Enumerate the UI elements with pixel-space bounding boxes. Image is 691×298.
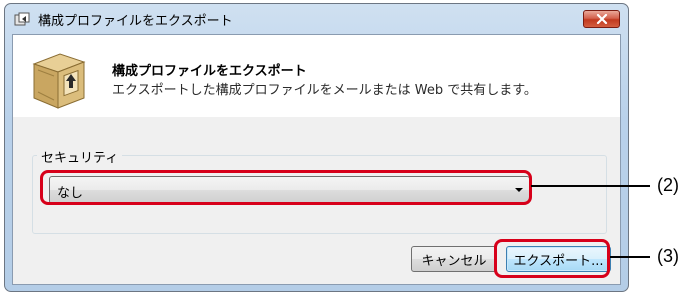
security-select-highlight	[40, 170, 532, 205]
close-icon	[596, 14, 607, 24]
security-group-label: セキュリティ	[37, 147, 123, 166]
screenshot-stage: 構成プロファイルをエクスポート 構成プロファイルをエクスポート エクスポートした…	[0, 0, 691, 298]
callout-3-label: (3)	[657, 246, 679, 266]
cancel-button[interactable]: キャンセル	[411, 246, 497, 272]
package-upload-icon	[32, 53, 86, 109]
window-title: 構成プロファイルをエクスポート	[38, 14, 233, 29]
close-button[interactable]	[583, 10, 620, 28]
export-app-icon	[14, 12, 30, 26]
callout-3-leader-line	[610, 256, 650, 258]
export-button-highlight	[494, 239, 610, 278]
title-bar[interactable]: 構成プロファイルをエクスポート	[5, 4, 628, 34]
callout-2-leader-line	[531, 185, 650, 187]
header-panel: 構成プロファイルをエクスポート エクスポートした構成プロファイルをメールまたは …	[13, 35, 620, 117]
header-description: エクスポートした構成プロファイルをメールまたは Web で共有します。	[112, 83, 537, 98]
callout-2-label: (2)	[657, 175, 679, 195]
header-title: 構成プロファイルをエクスポート	[112, 64, 307, 79]
